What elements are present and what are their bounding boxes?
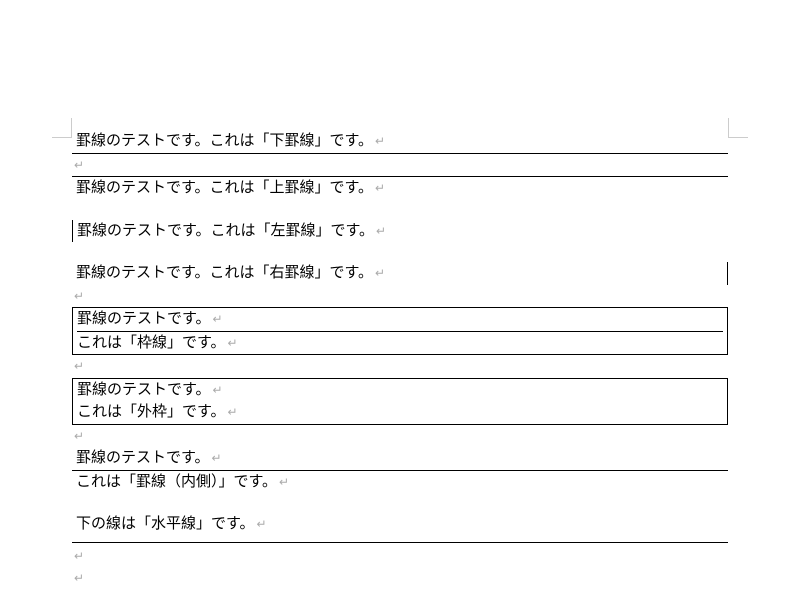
blank-line — [72, 355, 728, 378]
blank-line — [72, 154, 728, 177]
paragraph-top-border: 罫線のテストです。これは「上罫線」です。 — [72, 176, 728, 200]
paragraph-hr-label: 下の線は「水平線」です。 — [72, 513, 728, 536]
paragraph-mark — [72, 358, 84, 374]
text-line: これは「枠線」です。 — [77, 335, 238, 351]
margin-corner-top-right — [728, 118, 748, 138]
margin-corner-top-left — [52, 118, 72, 138]
paragraph-mark — [72, 157, 84, 173]
paragraph-mark — [72, 548, 84, 564]
text-line: 罫線のテストです。これは「上罫線」です。 — [72, 180, 385, 196]
paragraph-mark — [72, 428, 84, 444]
text-line: 罫線のテストです。 — [72, 450, 222, 466]
text-line: 罫線のテストです。これは「左罫線」です。 — [77, 223, 386, 239]
text-line: 下の線は「水平線」です。 — [72, 516, 267, 532]
blank-line — [72, 200, 728, 220]
paragraph-right-border: 罫線のテストです。これは「右罫線」です。 — [72, 262, 728, 285]
paragraph-full-box: 罫線のテストです。 これは「枠線」です。 — [72, 307, 728, 355]
paragraph-mark — [72, 288, 84, 304]
text-line: 罫線のテストです。これは「右罫線」です。 — [76, 265, 385, 281]
blank-line — [72, 545, 728, 568]
blank-line — [72, 425, 728, 448]
paragraph-inner-border-a: 罫線のテストです。 — [72, 447, 728, 471]
blank-line — [72, 285, 728, 308]
paragraph-left-border: 罫線のテストです。これは「左罫線」です。 — [72, 220, 728, 243]
text-line: 罫線のテストです。 — [77, 311, 223, 327]
paragraph-outer-box: 罫線のテストです。 これは「外枠」です。 — [72, 378, 728, 425]
blank-line — [72, 567, 728, 590]
text-line: これは「外枠」です。 — [77, 404, 238, 420]
text-line: 罫線のテストです。これは「下罫線」です。 — [72, 133, 385, 149]
horizontal-rule — [72, 542, 728, 543]
document-content: 罫線のテストです。これは「下罫線」です。 罫線のテストです。これは「上罫線」です… — [0, 130, 800, 590]
blank-line — [72, 493, 728, 513]
paragraph-inner-border-b: これは「罫線（内側）」です。 — [72, 471, 728, 494]
paragraph-mark — [72, 570, 84, 586]
paragraph-bottom-border: 罫線のテストです。これは「下罫線」です。 — [72, 130, 728, 154]
document-page: 罫線のテストです。これは「下罫線」です。 罫線のテストです。これは「上罫線」です… — [0, 0, 800, 600]
text-line: これは「罫線（内側）」です。 — [72, 474, 289, 490]
blank-line — [72, 242, 728, 262]
text-line: 罫線のテストです。 — [77, 382, 223, 398]
